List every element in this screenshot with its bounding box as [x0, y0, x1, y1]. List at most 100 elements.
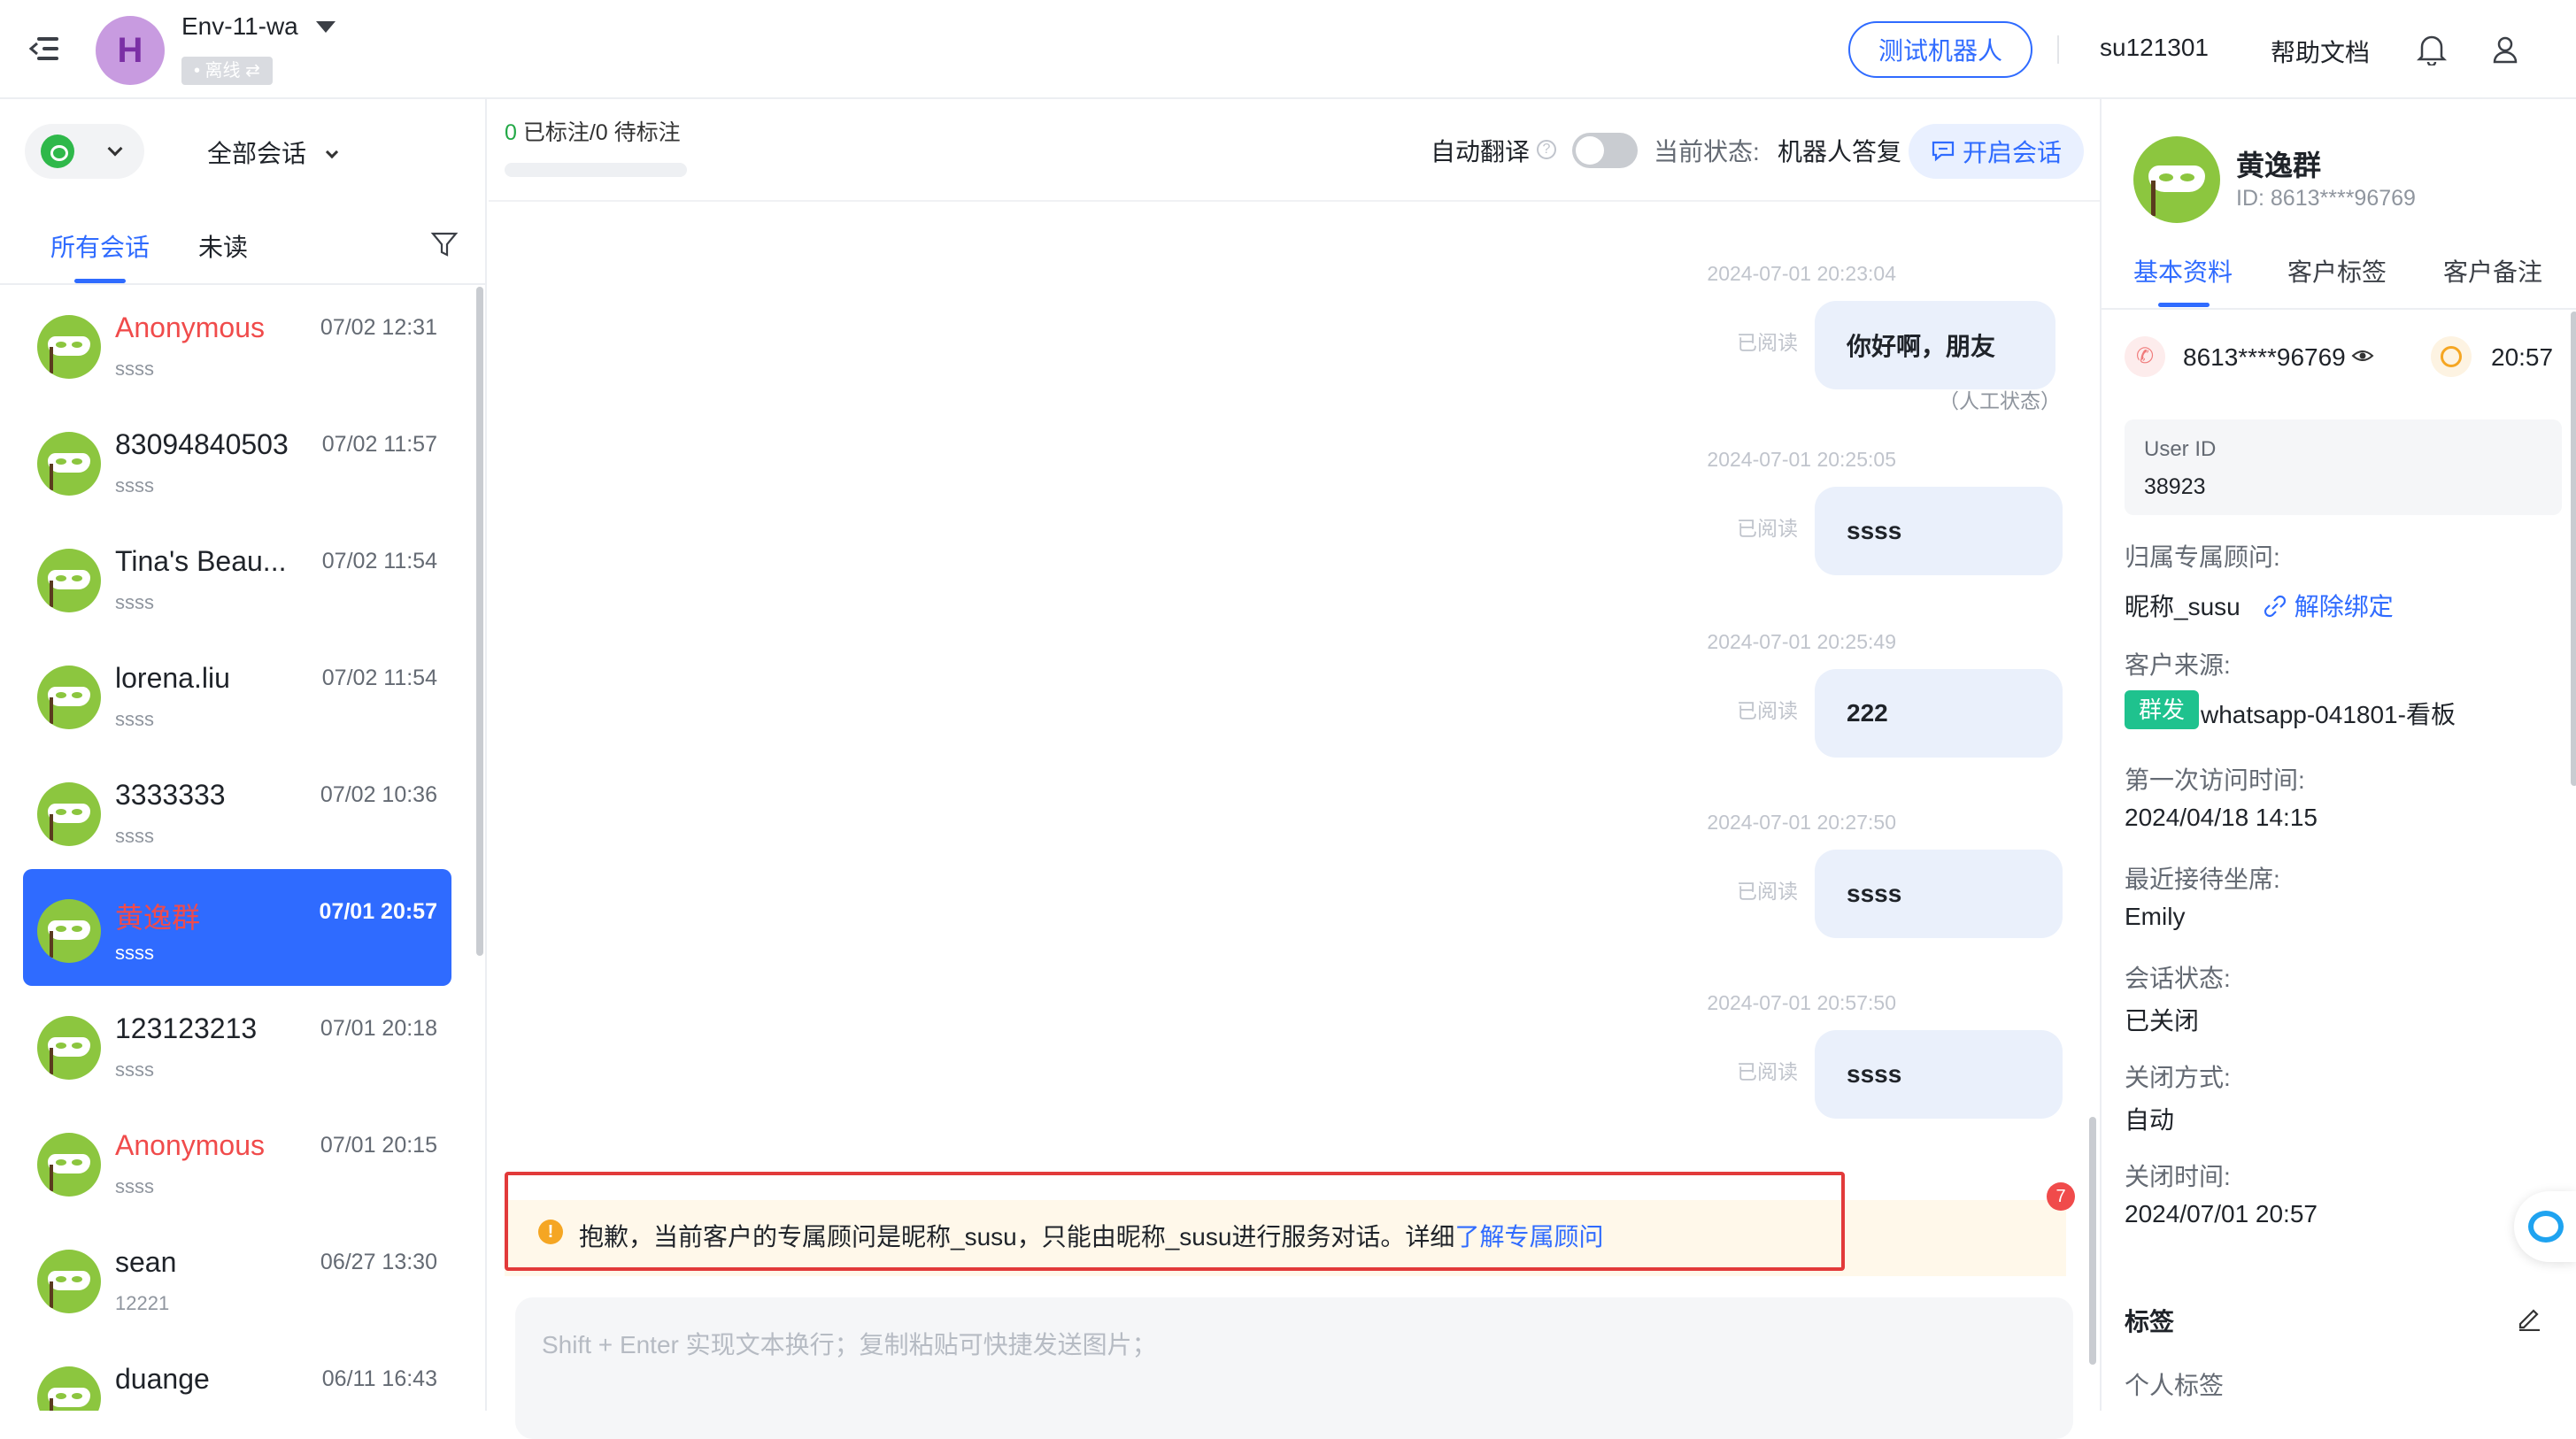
conversation-list-scrollbar[interactable]: [476, 287, 483, 956]
last-agent-label: 最近接待坐席:: [2125, 866, 2280, 893]
help-icon[interactable]: ?: [1537, 140, 1556, 159]
conversation-preview: ssss: [115, 708, 154, 730]
contact-avatar: [37, 1016, 101, 1080]
menu-collapse-icon[interactable]: [28, 34, 62, 64]
message-timestamp: 2024-07-01 20:27:50: [1707, 811, 1896, 834]
conversation-item[interactable]: Anonymous 07/02 12:31 ssss: [23, 285, 451, 402]
conversation-item[interactable]: 123123213 07/01 20:18 ssss: [23, 986, 451, 1103]
advisor-label: 归属专属顾问:: [2125, 543, 2280, 571]
status-value: 机器人答复: [1778, 138, 1902, 165]
open-session-button[interactable]: 开启会话: [1909, 124, 2084, 179]
annotation-progress-bar: [505, 163, 687, 177]
conversation-preview: 12221: [115, 1292, 170, 1314]
bell-icon[interactable]: [2417, 34, 2447, 65]
conversation-preview: ssss: [115, 825, 154, 847]
conversation-name: Anonymous: [115, 1129, 265, 1161]
message-timestamp: 2024-07-01 20:25:49: [1707, 630, 1896, 653]
conversation-item[interactable]: lorena.liu 07/02 11:54 ssss: [23, 635, 451, 752]
auto-translate-label: 自动翻译: [1431, 138, 1531, 165]
chevron-down-icon: [107, 141, 123, 157]
notification-badge[interactable]: 7: [2047, 1182, 2075, 1211]
read-status: 已阅读: [1737, 699, 1798, 722]
active-tab-indicator: [2158, 303, 2210, 307]
conversation-name: sean: [115, 1246, 177, 1278]
first-visit-value: 2024/04/18 14:15: [2125, 804, 2318, 831]
tags-section-title: 标签: [2125, 1308, 2175, 1335]
customer-id: ID: 8613****96769: [2236, 186, 2416, 211]
conversation-filter-dropdown[interactable]: 全部会话: [207, 135, 338, 170]
advisor-value: 昵称_susu: [2125, 593, 2241, 620]
conversation-name: 123123213: [115, 1012, 258, 1044]
tab-basic-info[interactable]: 基本资料: [2133, 253, 2233, 289]
edit-icon[interactable]: [2516, 1304, 2542, 1331]
conversation-item[interactable]: 3333333 07/02 10:36 ssss: [23, 752, 451, 869]
conversation-item[interactable]: Anonymous 07/01 20:15 ssss: [23, 1103, 451, 1220]
support-widget-icon[interactable]: [2514, 1191, 2576, 1262]
user-icon[interactable]: [2492, 35, 2518, 64]
message-timestamp: 2024-07-01 20:57:50: [1707, 991, 1896, 1014]
chat-icon: [1932, 141, 1955, 162]
conversation-item[interactable]: 83094840503 07/02 11:57 ssss: [23, 402, 451, 519]
read-status: 已阅读: [1737, 1060, 1798, 1083]
conversation-item[interactable]: sean 06/27 13:30 12221: [23, 1220, 451, 1336]
divider: [2057, 35, 2059, 64]
tab-unread[interactable]: 未读: [198, 228, 248, 264]
env-status-badge[interactable]: • 离线 ⇄: [181, 57, 273, 85]
annotation-count: 0 已标注/0 待标注: [505, 115, 681, 147]
annotation-count-rest: 已标注/0 待标注: [516, 120, 681, 145]
env-dropdown-icon[interactable]: [316, 21, 335, 33]
message-timestamp: 2024-07-01 20:23:04: [1707, 262, 1896, 285]
user-id-box: [2125, 419, 2562, 515]
contact-avatar: [37, 666, 101, 729]
conversation-preview: ssss: [115, 474, 154, 496]
chat-panel: 0 已标注/0 待标注 自动翻译 ? 当前状态: 机器人答复 开启会话 2024…: [489, 99, 2100, 1439]
help-docs-link[interactable]: 帮助文档: [2271, 34, 2370, 69]
filter-icon[interactable]: [430, 230, 459, 258]
contact-avatar: [37, 1366, 101, 1411]
eye-icon[interactable]: [2351, 347, 2374, 365]
tab-all-conversations[interactable]: 所有会话: [50, 228, 150, 264]
message-timestamp: 2024-07-01 20:25:05: [1707, 448, 1896, 471]
close-time-label: 关闭时间:: [2125, 1163, 2231, 1190]
message-bubble[interactable]: ssss: [1815, 850, 2063, 938]
test-bot-button[interactable]: 测试机器人: [1848, 21, 2032, 78]
message-input-placeholder: Shift + Enter 实现文本换行；复制粘贴可快捷发送图片；: [542, 1331, 1157, 1358]
divider: [2102, 308, 2576, 310]
conversation-time: 07/01 20:57: [319, 899, 437, 924]
info-panel-scrollbar[interactable]: [2571, 312, 2576, 786]
env-name[interactable]: Env-11-wa: [181, 12, 298, 41]
unbind-label: 解除绑定: [2294, 593, 2394, 620]
conversation-name: 3333333: [115, 779, 226, 811]
contact-avatar: [37, 549, 101, 612]
conversation-item[interactable]: 黄逸群 07/01 20:57 ssss: [23, 869, 451, 986]
chevron-down-icon: [325, 145, 338, 159]
conversation-item[interactable]: Tina's Beau... 07/02 11:54 ssss: [23, 519, 451, 635]
unbind-link[interactable]: 解除绑定: [2263, 588, 2394, 623]
message-bubble[interactable]: 222: [1815, 669, 2063, 758]
chat-scrollbar[interactable]: [2089, 1117, 2096, 1365]
message-input[interactable]: [515, 1297, 2073, 1439]
conversation-time: 07/02 12:31: [320, 315, 437, 340]
message-bubble[interactable]: ssss: [1815, 487, 2063, 575]
conversation-list: Anonymous 07/02 12:31 ssss 83094840503 07/02…: [0, 285, 474, 1411]
channel-selector[interactable]: [25, 124, 144, 179]
conversation-time: 07/01 20:18: [320, 1016, 437, 1041]
conversation-name: Anonymous: [115, 312, 265, 343]
phone-icon: ✆: [2125, 336, 2165, 377]
conversation-item[interactable]: duange 06/11 16:43: [23, 1336, 451, 1411]
contact-avatar: [37, 782, 101, 846]
tab-customer-tags[interactable]: 客户标签: [2287, 253, 2387, 289]
conversation-filter-label: 全部会话: [207, 140, 307, 167]
conversation-time: 06/11 16:43: [321, 1366, 437, 1391]
conversation-name: 83094840503: [115, 428, 289, 460]
username[interactable]: su121301: [2100, 34, 2209, 62]
message-bubble[interactable]: ssss: [1815, 1030, 2063, 1119]
conversation-preview: ssss: [115, 1175, 154, 1197]
conversation-panel: 全部会话 所有会话 未读 Anonymous 07/02 12:31 ssss 830…: [0, 99, 487, 1411]
session-status-label: 会话状态:: [2125, 965, 2231, 992]
tab-customer-notes[interactable]: 客户备注: [2443, 253, 2542, 289]
auto-translate-toggle[interactable]: [1572, 133, 1638, 168]
session-status-value: 已关闭: [2125, 1007, 2200, 1035]
conversation-time: 07/02 11:54: [321, 549, 437, 573]
message-bubble[interactable]: 你好啊，朋友: [1815, 301, 2055, 389]
